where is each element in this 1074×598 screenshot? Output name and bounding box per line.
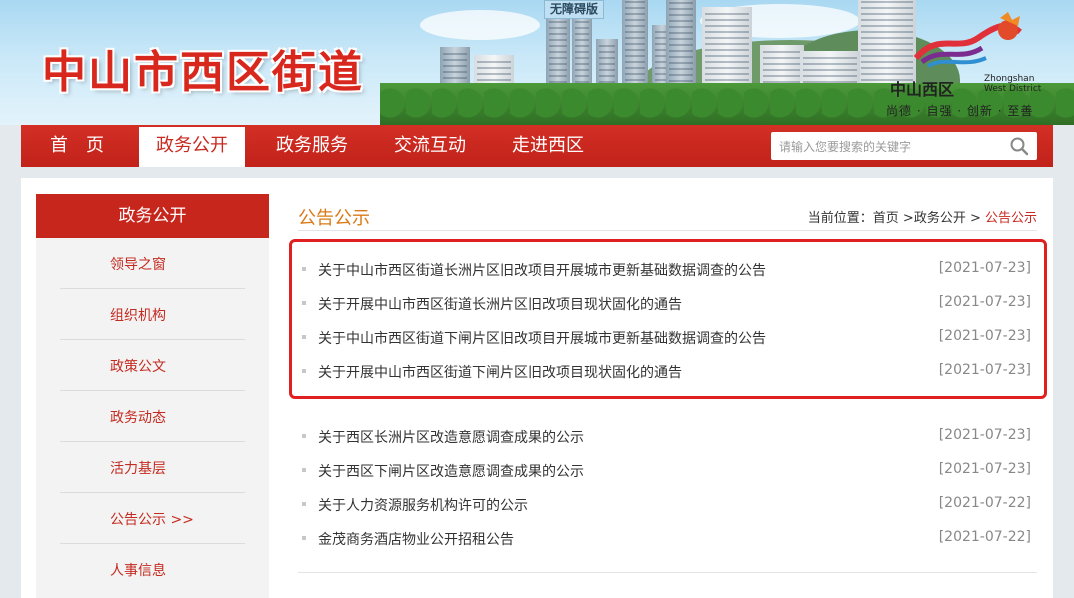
breadcrumb-prefix: 当前位置： xyxy=(807,211,873,226)
breadcrumb-current: 公告公示 xyxy=(980,211,1037,226)
nav-home[interactable]: 首 页 xyxy=(21,125,133,167)
site-title: 中山市西区街道 xyxy=(42,47,364,98)
sidebar-item-label: 活力基层 xyxy=(110,461,166,477)
logo-name-en-line2: West District xyxy=(984,84,1042,94)
notice-title[interactable]: 关于人力资源服务机构许可的公示 xyxy=(318,495,528,515)
notice-date: [2021-07-23] xyxy=(938,260,1031,276)
sidebar-item-label: 公告公示 >> xyxy=(110,512,194,528)
notice-date: [2021-07-23] xyxy=(938,328,1031,344)
notice-title[interactable]: 关于开展中山市西区街道长洲片区旧改项目现状固化的通告 xyxy=(318,294,682,314)
search-icon[interactable] xyxy=(1009,136,1029,156)
notice-item[interactable]: 关于开展中山市西区街道长洲片区旧改项目现状固化的通告 [2021-07-23] xyxy=(296,288,1031,318)
notice-date: [2021-07-22] xyxy=(938,529,1031,545)
bullet xyxy=(302,301,306,305)
breadcrumb: 当前位置：首页 >政务公开 > 公告公示 xyxy=(808,207,1037,226)
bullet xyxy=(302,434,306,438)
header-banner: 无障碍版 中山市西区街道 中山西区 Zhongshan West Distric… xyxy=(0,0,1074,125)
notice-item[interactable]: 关于西区下闸片区改造意愿调查成果的公示 [2021-07-23] xyxy=(296,455,1031,485)
search-input[interactable] xyxy=(777,135,1001,159)
notice-item[interactable]: 金茂商务酒店物业公开招租公告 [2021-07-22] xyxy=(296,523,1031,553)
logo-slogan: 尚德 · 自强 · 创新 · 至善 xyxy=(886,104,1034,118)
notice-item[interactable]: 关于开展中山市西区街道下闸片区旧改项目现状固化的通告 [2021-07-23] xyxy=(296,356,1031,386)
breadcrumb-separator: > xyxy=(898,211,914,226)
notice-title[interactable]: 金茂商务酒店物业公开招租公告 xyxy=(318,529,514,549)
notice-title[interactable]: 关于西区下闸片区改造意愿调查成果的公示 xyxy=(318,461,584,481)
sidebar-item-policy-docs[interactable]: 政策公文 xyxy=(36,340,269,391)
breadcrumb-home[interactable]: 首页 xyxy=(873,211,899,226)
nav-interaction[interactable]: 交流互动 xyxy=(375,125,485,167)
sidebar-item-label: 政务动态 xyxy=(110,410,166,426)
nav-gov-services[interactable]: 政务服务 xyxy=(257,125,367,167)
notice-date: [2021-07-23] xyxy=(938,461,1031,477)
sidebar-title: 政务公开 xyxy=(36,194,269,238)
notice-item[interactable]: 关于中山市西区街道下闸片区旧改项目开展城市更新基础数据调查的公告 [2021-0… xyxy=(296,322,1031,352)
sidebar-item-announcements[interactable]: 公告公示 >> xyxy=(36,493,269,544)
page-title: 公告公示 xyxy=(298,208,370,229)
nav-gov-affairs-open[interactable]: 政务公开 xyxy=(139,127,245,167)
cloud xyxy=(420,10,540,40)
notice-date: [2021-07-22] xyxy=(938,495,1031,511)
content-panel: 政务公开 领导之窗 组织机构 政策公文 政务动态 活力基层 公告公示 >> 人事… xyxy=(21,178,1053,598)
logo-name-en-line1: Zhongshan xyxy=(984,74,1035,84)
sidebar-item-label: 领导之窗 xyxy=(110,257,166,273)
logo-name-cn: 中山西区 xyxy=(890,80,955,99)
bullet xyxy=(302,369,306,373)
dragon-logo-icon xyxy=(913,12,1022,68)
notice-title[interactable]: 关于西区长洲片区改造意愿调查成果的公示 xyxy=(318,427,584,447)
nav-about-west[interactable]: 走进西区 xyxy=(493,125,603,167)
sidebar-item-personnel[interactable]: 人事信息 xyxy=(36,544,269,595)
bullet xyxy=(302,267,306,271)
search-box xyxy=(771,132,1037,160)
notice-date: [2021-07-23] xyxy=(938,427,1031,443)
bullet xyxy=(302,502,306,506)
sidebar-item-leaders[interactable]: 领导之窗 xyxy=(36,238,269,289)
sidebar-menu: 领导之窗 组织机构 政策公文 政务动态 活力基层 公告公示 >> 人事信息 xyxy=(36,238,269,598)
sidebar-item-grassroots[interactable]: 活力基层 xyxy=(36,442,269,493)
notice-item[interactable]: 关于人力资源服务机构许可的公示 [2021-07-22] xyxy=(296,489,1031,519)
notice-date: [2021-07-23] xyxy=(938,294,1031,310)
building xyxy=(666,0,696,95)
accessibility-link[interactable]: 无障碍版 xyxy=(544,0,605,19)
building xyxy=(622,0,648,95)
sidebar-item-label: 组织机构 xyxy=(110,308,166,324)
main-nav: 首 页 政务公开 政务服务 交流互动 走进西区 xyxy=(21,125,1053,167)
logo-name-en: Zhongshan West District xyxy=(984,74,1054,94)
divider xyxy=(298,572,1037,573)
sidebar-item-news[interactable]: 政务动态 xyxy=(36,391,269,442)
breadcrumb-section[interactable]: 政务公开 xyxy=(914,211,966,226)
building xyxy=(702,7,752,95)
notice-item[interactable]: 关于中山市西区街道长洲片区旧改项目开展城市更新基础数据调查的公告 [2021-0… xyxy=(296,254,1031,284)
notice-title[interactable]: 关于中山市西区街道下闸片区旧改项目开展城市更新基础数据调查的公告 xyxy=(318,328,766,348)
notice-item[interactable]: 关于西区长洲片区改造意愿调查成果的公示 [2021-07-23] xyxy=(296,421,1031,451)
sidebar-item-label: 人事信息 xyxy=(110,563,166,579)
notice-date: [2021-07-23] xyxy=(938,362,1031,378)
district-logo: 中山西区 Zhongshan West District 尚德 · 自强 · 创… xyxy=(868,6,1068,118)
bullet xyxy=(302,468,306,472)
breadcrumb-separator: > xyxy=(965,211,981,226)
divider xyxy=(298,230,1037,231)
notice-title[interactable]: 关于开展中山市西区街道下闸片区旧改项目现状固化的通告 xyxy=(318,362,682,382)
bullet xyxy=(302,536,306,540)
notice-title[interactable]: 关于中山市西区街道长洲片区旧改项目开展城市更新基础数据调查的公告 xyxy=(318,260,766,280)
bullet xyxy=(302,335,306,339)
sidebar-item-organization[interactable]: 组织机构 xyxy=(36,289,269,340)
sidebar-item-label: 政策公文 xyxy=(110,359,166,375)
